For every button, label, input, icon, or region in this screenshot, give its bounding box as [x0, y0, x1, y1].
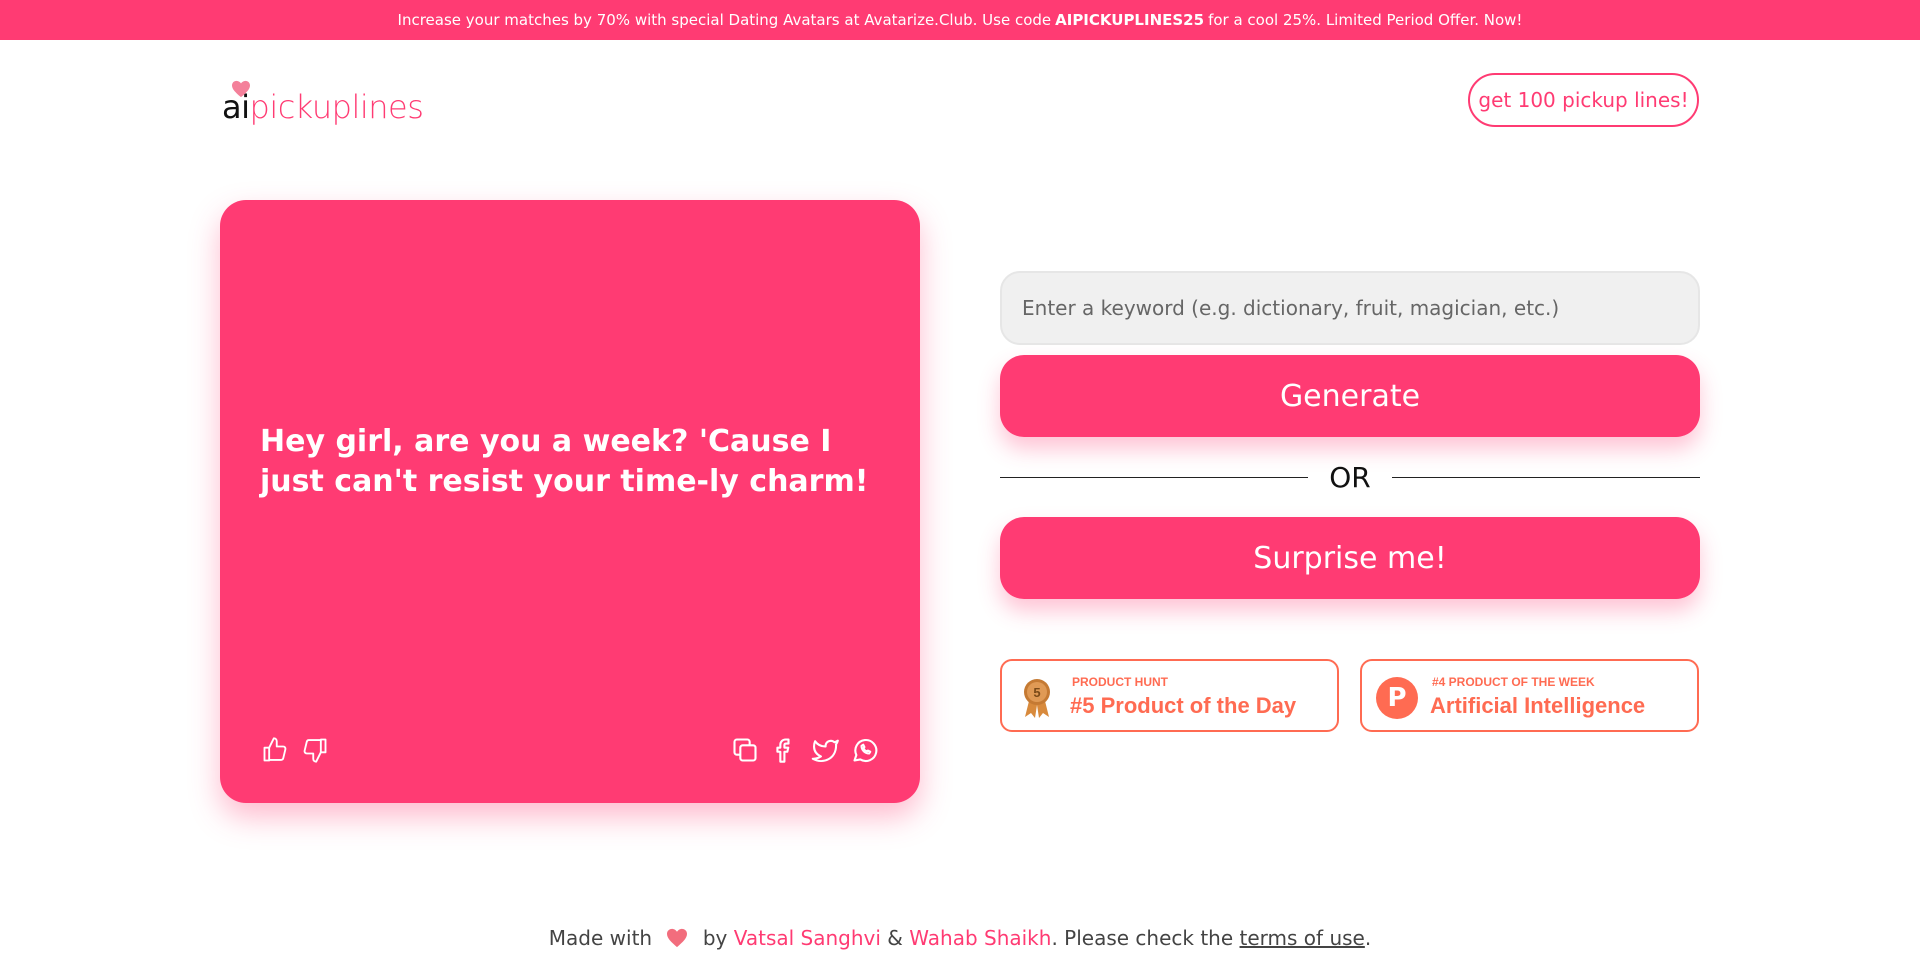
- footer: Made with by Vatsal Sanghvi & Wahab Shai…: [0, 926, 1920, 950]
- badge-headline: Artificial Intelligence: [1430, 693, 1646, 718]
- medal-number: 5: [1033, 685, 1040, 700]
- divider-line-right: [1392, 476, 1700, 478]
- site-logo[interactable]: ai pickuplines: [222, 80, 424, 126]
- product-hunt-week-badge[interactable]: P #4 PRODUCT OF THE WEEK Artificial Inte…: [1360, 659, 1699, 732]
- or-divider: OR: [1000, 461, 1700, 494]
- medal-icon: 5: [1024, 679, 1050, 718]
- promo-banner[interactable]: Increase your matches by 70% with specia…: [0, 0, 1920, 40]
- promo-text-before: Increase your matches by 70% with specia…: [397, 11, 1052, 29]
- terms-of-use-link[interactable]: terms of use: [1240, 926, 1365, 950]
- or-label: OR: [1329, 460, 1371, 494]
- thumbs-down-icon[interactable]: [300, 735, 330, 765]
- footer-period: .: [1364, 926, 1372, 950]
- badge-kicker: #4 PRODUCT OF THE WEEK: [1432, 675, 1595, 689]
- whatsapp-icon[interactable]: [850, 735, 880, 765]
- logo-rest-text: pickuplines: [249, 88, 424, 126]
- promo-code: AIPICKUPLINES25: [1055, 11, 1205, 29]
- logo-heart-icon: [232, 80, 250, 98]
- author-link-vatsal[interactable]: Vatsal Sanghvi: [734, 926, 881, 950]
- pickup-line-card: Hey girl, are you a week? 'Cause I just …: [220, 200, 920, 803]
- logo-ai: ai: [222, 80, 250, 126]
- badge-kicker: PRODUCT HUNT: [1072, 675, 1168, 689]
- product-hunt-day-badge[interactable]: 5 PRODUCT HUNT #5 Product of the Day: [1000, 659, 1339, 732]
- keyword-input[interactable]: [1000, 271, 1700, 345]
- generate-button[interactable]: Generate: [1000, 355, 1700, 437]
- get-100-lines-button[interactable]: get 100 pickup lines!: [1468, 73, 1699, 127]
- divider-line-left: [1000, 476, 1308, 478]
- footer-amp: &: [887, 926, 903, 950]
- author-link-wahab[interactable]: Wahab Shaikh: [909, 926, 1051, 950]
- footer-check-text: . Please check the: [1051, 926, 1234, 950]
- pickup-line-text: Hey girl, are you a week? 'Cause I just …: [260, 424, 869, 499]
- footer-made-with: Made with: [548, 926, 653, 950]
- surprise-me-button[interactable]: Surprise me!: [1000, 517, 1700, 599]
- badge-headline: #5 Product of the Day: [1070, 693, 1297, 718]
- product-hunt-logo-icon: P: [1376, 677, 1418, 719]
- promo-text-after: for a cool 25%. Limited Period Offer. No…: [1208, 11, 1523, 29]
- copy-icon[interactable]: [730, 735, 760, 765]
- twitter-icon[interactable]: [810, 735, 840, 765]
- heart-icon: [667, 928, 688, 948]
- footer-by: by: [702, 926, 728, 950]
- thumbs-up-icon[interactable]: [260, 735, 290, 765]
- facebook-icon[interactable]: [770, 735, 800, 765]
